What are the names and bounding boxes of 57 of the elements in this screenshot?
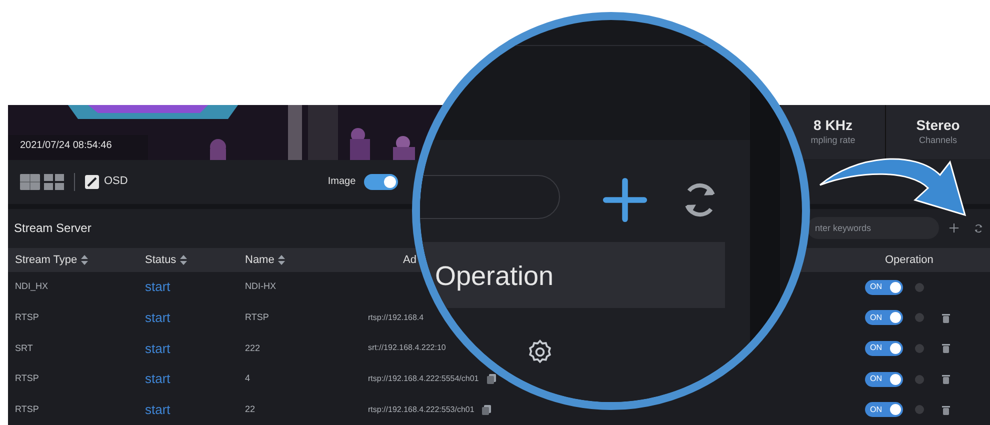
column-header[interactable]: Name <box>245 252 286 268</box>
table-cell: RTSP <box>245 312 269 322</box>
image-label: Image <box>328 175 356 190</box>
status-link[interactable]: start <box>145 279 170 294</box>
table-cell: srt://192.168.4.222:10 <box>368 342 446 354</box>
column-header[interactable]: Stream Type <box>15 252 88 268</box>
trash-icon[interactable] <box>942 374 950 384</box>
table-cell: rtsp://192.168.4 <box>368 312 424 324</box>
osd-label[interactable]: OSD <box>104 173 128 190</box>
search-field[interactable] <box>420 175 560 219</box>
on-switch[interactable]: ON <box>865 372 903 387</box>
table-cell: SRT <box>15 342 33 353</box>
table-cell: NDI_HX <box>15 281 48 292</box>
on-switch[interactable]: ON <box>865 402 903 418</box>
sort-icon[interactable] <box>81 255 88 266</box>
column-header: Operation <box>885 252 934 268</box>
section-title: Stream Server <box>14 220 92 238</box>
table-cell: RTSP <box>15 312 39 322</box>
table-cell: 222 <box>245 342 260 353</box>
settings-icon[interactable] <box>526 338 554 366</box>
sort-icon[interactable] <box>180 255 188 266</box>
table-cell: RTSP <box>15 404 39 414</box>
video-timestamp: 2021/07/24 08:54:46 <box>20 139 112 153</box>
grid-view-icon[interactable] <box>44 174 64 190</box>
status-link[interactable]: start <box>145 402 170 417</box>
osd-icon[interactable] <box>85 174 99 189</box>
stat-value: 8 KHz <box>814 116 852 134</box>
table-cell: rtsp://192.168.4.222:5554/ch01 <box>368 373 479 386</box>
refresh-icon[interactable] <box>973 222 984 234</box>
sort-icon[interactable] <box>278 255 286 266</box>
table-cell: NDI-HX <box>245 281 276 292</box>
column-header: Ad <box>403 252 416 268</box>
trash-icon[interactable] <box>942 343 950 354</box>
image-toggle[interactable] <box>364 174 398 190</box>
column-header[interactable]: Status <box>145 252 188 268</box>
status-link[interactable]: start <box>145 310 170 326</box>
column-header: Operation <box>435 260 554 293</box>
stat-value: Stereo <box>916 116 960 134</box>
search-field[interactable]: nter keywords <box>807 217 939 240</box>
add-icon[interactable] <box>949 223 959 234</box>
stat-label: mpling rate <box>810 134 856 148</box>
status-link[interactable]: start <box>145 371 170 386</box>
table-cell: RTSP <box>15 373 39 384</box>
status-link[interactable]: start <box>145 340 170 356</box>
on-switch[interactable]: ON <box>865 280 903 295</box>
on-switch[interactable]: ON <box>865 310 903 326</box>
table-cell: 4 <box>245 373 250 384</box>
trash-icon[interactable] <box>942 312 950 323</box>
trash-icon[interactable] <box>942 404 950 415</box>
single-view-icon[interactable] <box>20 174 40 190</box>
table-cell: 22 <box>245 404 256 414</box>
table-cell: rtsp://192.168.4.222:553/ch01 <box>368 404 474 416</box>
on-switch[interactable]: ON <box>865 340 903 356</box>
copy-icon[interactable] <box>486 374 496 384</box>
copy-icon[interactable] <box>482 404 492 415</box>
stat-label: Channels <box>918 134 958 148</box>
add-icon[interactable] <box>602 177 648 223</box>
